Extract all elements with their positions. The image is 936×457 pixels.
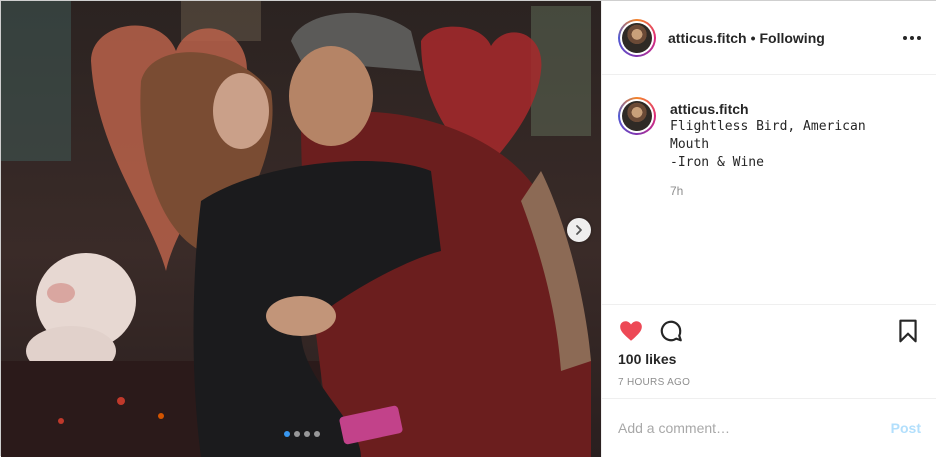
avatar-image xyxy=(622,101,652,131)
post-actions: 100 likes 7 HOURS AGO xyxy=(602,304,936,398)
username-link[interactable]: atticus.fitch xyxy=(668,30,747,46)
caption-username-link[interactable]: atticus.fitch xyxy=(670,101,890,117)
header-user-info: atticus.fitch • Following xyxy=(668,30,825,46)
more-horizontal-icon xyxy=(903,36,907,40)
photo-illustration xyxy=(1,1,591,457)
heart-filled-icon xyxy=(620,321,642,341)
carousel-dot-active xyxy=(284,431,290,437)
comment-button[interactable] xyxy=(658,318,684,344)
chevron-right-icon xyxy=(576,225,582,235)
carousel-dot xyxy=(314,431,320,437)
avatar-image xyxy=(622,22,652,53)
post-side-panel: atticus.fitch • Following atticus.fitch … xyxy=(601,1,936,457)
likes-count[interactable]: 100 likes xyxy=(618,351,676,367)
caption-body: atticus.fitch Flightless Bird, American … xyxy=(670,101,890,198)
save-button[interactable] xyxy=(895,318,921,344)
post-caption: atticus.fitch Flightless Bird, American … xyxy=(618,97,921,198)
carousel-dot xyxy=(294,431,300,437)
like-button[interactable] xyxy=(618,318,644,344)
caption-avatar[interactable] xyxy=(618,97,656,135)
carousel-indicator xyxy=(284,431,320,437)
post-header: atticus.fitch • Following xyxy=(602,1,936,75)
post-photo[interactable] xyxy=(1,1,601,457)
comment-bubble-icon xyxy=(660,320,682,342)
following-button[interactable]: Following xyxy=(759,30,824,46)
posted-timestamp[interactable]: 7 HOURS AGO xyxy=(618,377,690,388)
bookmark-icon xyxy=(899,319,917,343)
carousel-next-button[interactable] xyxy=(567,218,591,242)
carousel-dot xyxy=(304,431,310,437)
header-separator: • xyxy=(750,29,756,46)
caption-text: Flightless Bird, American Mouth -Iron & … xyxy=(670,119,866,170)
post-comment-button[interactable]: Post xyxy=(891,420,921,436)
comment-input[interactable] xyxy=(618,420,891,436)
instagram-post-modal: atticus.fitch • Following atticus.fitch … xyxy=(0,0,936,457)
avatar[interactable] xyxy=(618,18,656,57)
caption-timestamp[interactable]: 7h xyxy=(670,184,890,198)
more-options-button[interactable] xyxy=(903,30,921,46)
comment-bar: Post xyxy=(602,398,936,457)
